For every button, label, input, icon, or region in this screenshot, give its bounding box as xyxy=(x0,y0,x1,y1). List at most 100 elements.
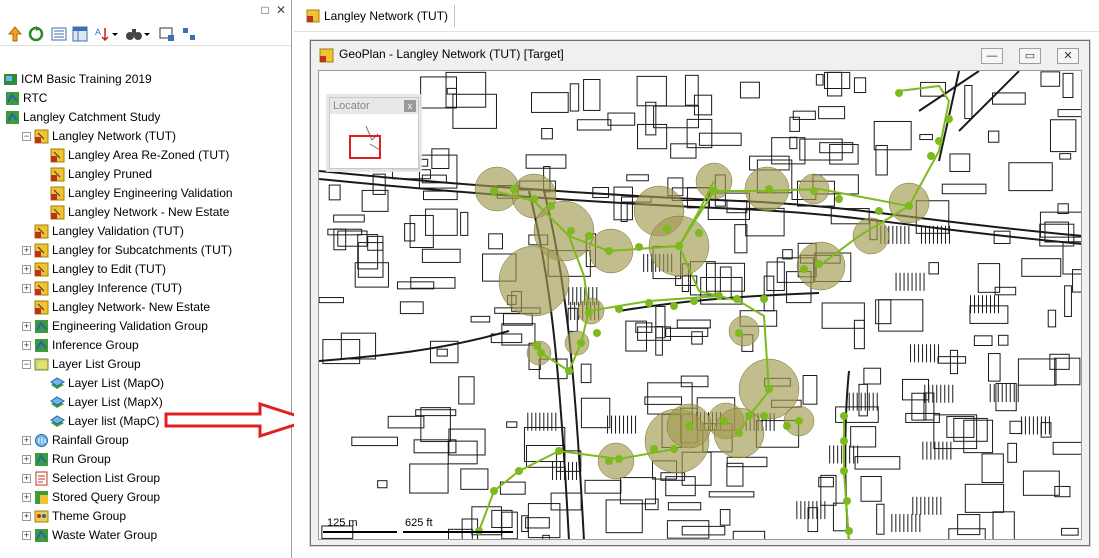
network-node xyxy=(635,243,643,251)
building-outline xyxy=(488,233,503,250)
building-outline xyxy=(946,416,975,438)
building-outline xyxy=(964,483,1005,513)
expand-button[interactable]: + xyxy=(22,246,31,255)
expand-button[interactable]: + xyxy=(22,493,31,502)
building-outline xyxy=(853,77,867,94)
building-outline xyxy=(987,130,1000,143)
expand-button[interactable]: + xyxy=(22,531,31,540)
tree-item[interactable]: + Stored Query Group xyxy=(0,488,291,507)
tree-item[interactable]: Langley Network - New Estate xyxy=(0,203,291,222)
tree-item[interactable]: ICM Basic Training 2019 xyxy=(0,70,291,89)
network-node xyxy=(840,437,848,445)
panel-float-button[interactable]: □ xyxy=(258,3,272,17)
building-outline xyxy=(981,453,1004,484)
network-node xyxy=(715,292,723,300)
network-node xyxy=(695,229,703,237)
sort-icon[interactable]: A xyxy=(93,25,111,43)
tree-item[interactable]: −Langley Catchment Study xyxy=(0,108,291,127)
tree-item[interactable]: + Run Group xyxy=(0,450,291,469)
tree-item[interactable]: + Langley for Subcatchments (TUT) xyxy=(0,241,291,260)
building-outline xyxy=(850,426,877,448)
minimize-button[interactable]: — xyxy=(981,48,1003,64)
building-outline xyxy=(541,127,553,140)
geoplan-titlebar[interactable]: GeoPlan - Langley Network (TUT) [Target]… xyxy=(311,41,1089,69)
up-arrow-icon[interactable] xyxy=(6,25,24,43)
collapse-button[interactable]: − xyxy=(22,360,31,369)
tree-item[interactable]: +RTC xyxy=(0,89,291,108)
tree-item[interactable]: + Langley Inference (TUT) xyxy=(0,279,291,298)
building-outline xyxy=(949,349,959,375)
network-icon[interactable] xyxy=(158,25,176,43)
network-node xyxy=(935,137,943,145)
tree-item-label: Layer List (MapX) xyxy=(68,395,163,409)
panel-close-button[interactable]: ✕ xyxy=(274,3,288,17)
selection-list-icon xyxy=(35,471,48,486)
expand-button[interactable]: + xyxy=(22,512,31,521)
tree-item[interactable]: + Langley to Edit (TUT) xyxy=(0,260,291,279)
expand-button[interactable]: + xyxy=(22,265,31,274)
dropdown-arrow-icon[interactable] xyxy=(143,25,151,43)
document-tab[interactable]: Langley Network (TUT) xyxy=(302,5,456,27)
tree-item[interactable]: + Inference Group xyxy=(0,336,291,355)
building-outline xyxy=(340,332,377,360)
expand-button[interactable]: + xyxy=(22,341,31,350)
network-node xyxy=(510,185,518,193)
tree-item[interactable]: Langley Pruned xyxy=(0,165,291,184)
building-outline xyxy=(605,499,643,534)
network-node xyxy=(895,89,903,97)
tree-item[interactable]: Langley Area Re-Zoned (TUT) xyxy=(0,146,291,165)
dropdown-arrow-icon[interactable] xyxy=(111,25,119,43)
building-outline xyxy=(863,367,882,385)
building-outline xyxy=(858,383,868,417)
building-outline xyxy=(815,74,824,86)
building-outline xyxy=(583,79,601,111)
building-outline xyxy=(328,184,341,201)
close-button[interactable]: ✕ xyxy=(1057,48,1079,64)
tree-item-label: Langley Network (TUT) xyxy=(52,129,177,143)
refresh-icon[interactable] xyxy=(27,25,45,43)
network-icon xyxy=(34,281,49,296)
tree-item[interactable]: − Langley Network (TUT) xyxy=(0,127,291,146)
pointer-icon[interactable] xyxy=(180,25,198,43)
tables-icon[interactable] xyxy=(71,25,89,43)
tree-item-label: Run Group xyxy=(52,452,111,466)
expand-button[interactable]: + xyxy=(22,322,31,331)
building-outline xyxy=(567,307,578,332)
tree-item[interactable]: + Engineering Validation Group xyxy=(0,317,291,336)
expand-button[interactable]: + xyxy=(22,436,31,445)
building-outline xyxy=(666,520,710,539)
tree-item[interactable]: Langley Engineering Validation xyxy=(0,184,291,203)
network-node xyxy=(537,349,545,357)
network-node xyxy=(733,295,741,303)
building-outline xyxy=(1021,258,1062,277)
tree-item[interactable]: Langley Validation (TUT) xyxy=(0,222,291,241)
building-outline xyxy=(460,468,489,490)
tree-item[interactable]: + Theme Group xyxy=(0,507,291,526)
collapse-button[interactable]: − xyxy=(22,132,31,141)
building-outline xyxy=(644,396,683,405)
tree-item[interactable]: − Layer List Group xyxy=(0,355,291,374)
expand-button[interactable]: + xyxy=(22,455,31,464)
expand-button[interactable]: + xyxy=(22,474,31,483)
layer-list-icon xyxy=(50,415,65,427)
properties-icon[interactable] xyxy=(50,25,68,43)
building-outline xyxy=(644,498,659,511)
map-canvas[interactable]: Locator x 125 m 625 ft xyxy=(318,70,1082,540)
restore-button[interactable]: ▭ xyxy=(1019,48,1041,64)
network-node xyxy=(735,329,743,337)
locator-panel[interactable]: Locator x xyxy=(329,97,419,169)
tree-item[interactable]: + Waste Water Group xyxy=(0,526,291,545)
building-outline xyxy=(726,456,768,468)
tree-item[interactable]: Langley Network- New Estate xyxy=(0,298,291,317)
tree-item[interactable]: + Selection List Group xyxy=(0,469,291,488)
locator-close-button[interactable]: x xyxy=(404,100,416,112)
tree-item-label: Theme Group xyxy=(52,509,127,523)
tree-item[interactable]: Layer List (MapO) xyxy=(0,374,291,393)
building-outline xyxy=(987,353,1001,382)
find-icon[interactable] xyxy=(125,25,143,43)
building-outline xyxy=(421,248,461,263)
expand-button[interactable]: + xyxy=(22,284,31,293)
pipe xyxy=(588,295,720,312)
green-map-icon xyxy=(6,111,19,124)
building-outline xyxy=(734,224,748,254)
